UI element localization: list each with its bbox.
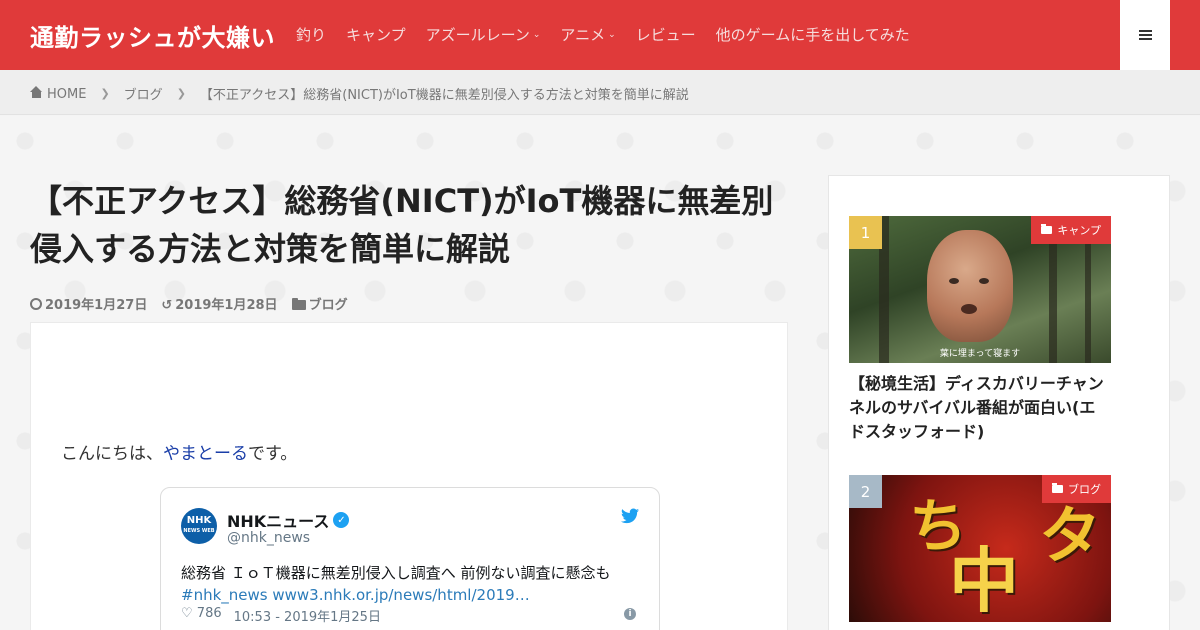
tweet-timestamp[interactable]: 10:53 - 2019年1月25日 <box>234 606 381 625</box>
eye-shape <box>979 278 989 284</box>
rank-badge: 2 <box>849 475 882 508</box>
nav-item-fishing[interactable]: 釣り <box>296 24 326 45</box>
chevron-down-icon: ⌄ <box>532 29 541 40</box>
article-body: こんにちは、やまとーるです。 NHK NEWS WEB NHKニュース ✓ @nhk… <box>30 322 788 630</box>
tweet-text: 総務省 ＩｏＴ機器に無差別侵入し調査へ 前例ない調査に懸念も #nhk_news… <box>181 562 611 606</box>
hamburger-icon <box>1138 30 1152 40</box>
nav-label: レビュー <box>635 26 696 44</box>
tweet-likes[interactable]: ♡ 786 <box>181 606 222 625</box>
heart-icon: ♡ <box>181 606 193 621</box>
updated-date: ↺ 2019年1月28日 <box>161 294 277 313</box>
greeting-suffix: です。 <box>248 444 298 464</box>
tweet-body: 総務省 ＩｏＴ機器に無差別侵入し調査へ 前例ない調査に懸念も <box>181 564 611 582</box>
nav-label: 他のゲームに手を出してみた <box>715 26 910 44</box>
site-title[interactable]: 通勤ラッシュが大嫌い <box>30 18 275 53</box>
nav-item-review[interactable]: レビュー <box>636 24 696 45</box>
greeting-text: こんにちは、やまとーるです。 <box>61 439 297 464</box>
article-meta: 2019年1月27日 ↺ 2019年1月28日 ブログ <box>30 294 348 313</box>
breadcrumb-home-label: HOME <box>47 86 87 102</box>
nav-label: アズールレーン <box>425 26 530 44</box>
tweet-author-label: NHKニュース <box>227 512 330 531</box>
folder-icon <box>1052 483 1063 493</box>
history-icon: ↺ <box>161 298 173 313</box>
tweet-author-name[interactable]: NHKニュース ✓ <box>227 508 350 532</box>
tweet-footer: ♡ 786 10:53 - 2019年1月25日 <box>181 606 381 625</box>
thumbnail-person <box>927 230 1013 342</box>
breadcrumb-current: 【不正アクセス】総務省(NICT)がIoT機器に無差別侵入する方法と対策を簡単に… <box>199 88 689 103</box>
site-header: 通勤ラッシュが大嫌い 釣り キャンプ アズールレーン ⌄ アニメ ⌄ レビュー 他の… <box>0 0 1200 70</box>
chevron-right-icon: ❯ <box>100 87 110 100</box>
twitter-bird-icon[interactable] <box>621 508 639 524</box>
author-link[interactable]: やまとーる <box>163 444 248 464</box>
category-tag-label: キャンプ <box>1057 224 1101 237</box>
breadcrumb-home[interactable]: HOME <box>30 85 87 102</box>
eye-shape <box>949 278 959 284</box>
published-date-value: 2019年1月27日 <box>45 298 148 313</box>
home-icon <box>30 85 43 98</box>
tweet-hashtag[interactable]: #nhk_news <box>181 586 268 604</box>
category-tag[interactable]: キャンプ <box>1031 216 1111 244</box>
thumbnail-caption: 葉に埋まって寝ます <box>939 349 1021 359</box>
updated-date-value: 2019年1月28日 <box>175 298 278 313</box>
rank-badge: 1 <box>849 216 882 249</box>
nav-item-other-games[interactable]: 他のゲームに手を出してみた <box>716 24 910 45</box>
info-icon[interactable]: i <box>624 608 636 620</box>
published-date: 2019年1月27日 <box>30 294 147 313</box>
breadcrumb: HOME ❯ ブログ ❯ 【不正アクセス】総務省(NICT)がIoT機器に無差別… <box>0 70 1200 115</box>
chevron-down-icon: ⌄ <box>608 29 616 40</box>
avatar-text: NHK <box>186 515 212 526</box>
nav-item-anime[interactable]: アニメ ⌄ <box>560 24 615 45</box>
breadcrumb-category[interactable]: ブログ <box>124 84 163 103</box>
nav-label: 釣り <box>296 26 327 44</box>
avatar-subtext: NEWS WEB <box>183 528 215 534</box>
nav-label: アニメ <box>560 26 606 44</box>
popular-thumbnail-1[interactable]: 葉に埋まって寝ます 1 キャンプ <box>849 216 1111 363</box>
embedded-tweet[interactable]: NHK NEWS WEB NHKニュース ✓ @nhk_news 総務省 ＩｏＴ機器… <box>160 487 660 630</box>
thumbnail-art: 中 <box>949 539 1019 622</box>
greeting-prefix: こんにちは、 <box>61 444 163 464</box>
main-nav: 釣り キャンプ アズールレーン ⌄ アニメ ⌄ レビュー 他のゲームに手を出してみた <box>296 24 910 45</box>
chevron-right-icon: ❯ <box>176 87 186 100</box>
nav-item-camp[interactable]: キャンプ <box>346 24 406 45</box>
category-tag[interactable]: ブログ <box>1042 475 1111 503</box>
tweet-likes-count: 786 <box>196 606 222 621</box>
article-category[interactable]: ブログ <box>291 294 348 313</box>
popular-title-1[interactable]: 【秘境生活】ディスカバリーチャンネルのサバイバル番組が面白い(エドスタッフォード… <box>849 372 1111 444</box>
mouth-shape <box>961 304 977 314</box>
category-tag-label: ブログ <box>1068 483 1101 496</box>
nav-item-azurlane[interactable]: アズールレーン ⌄ <box>426 24 541 45</box>
nhk-avatar[interactable]: NHK NEWS WEB <box>181 508 217 544</box>
tweet-link[interactable]: www3.nhk.or.jp/news/html/2019… <box>272 586 529 604</box>
article-category-label: ブログ <box>308 298 348 313</box>
verified-badge-icon: ✓ <box>333 512 350 528</box>
clock-icon <box>30 298 42 310</box>
tweet-handle[interactable]: @nhk_news <box>227 530 310 546</box>
sidebar-popular: 葉に埋まって寝ます 1 キャンプ 【秘境生活】ディスカバリーチャンネルのサバイバ… <box>828 175 1170 630</box>
article-title: 【不正アクセス】総務省(NICT)がIoT機器に無差別侵入する方法と対策を簡単に… <box>30 182 774 268</box>
folder-icon <box>1041 224 1053 234</box>
folder-icon <box>291 298 306 310</box>
nav-label: キャンプ <box>346 26 406 44</box>
popular-thumbnail-2[interactable]: ち 中 タ 2 ブログ <box>849 475 1111 622</box>
hamburger-menu-button[interactable] <box>1120 0 1170 70</box>
